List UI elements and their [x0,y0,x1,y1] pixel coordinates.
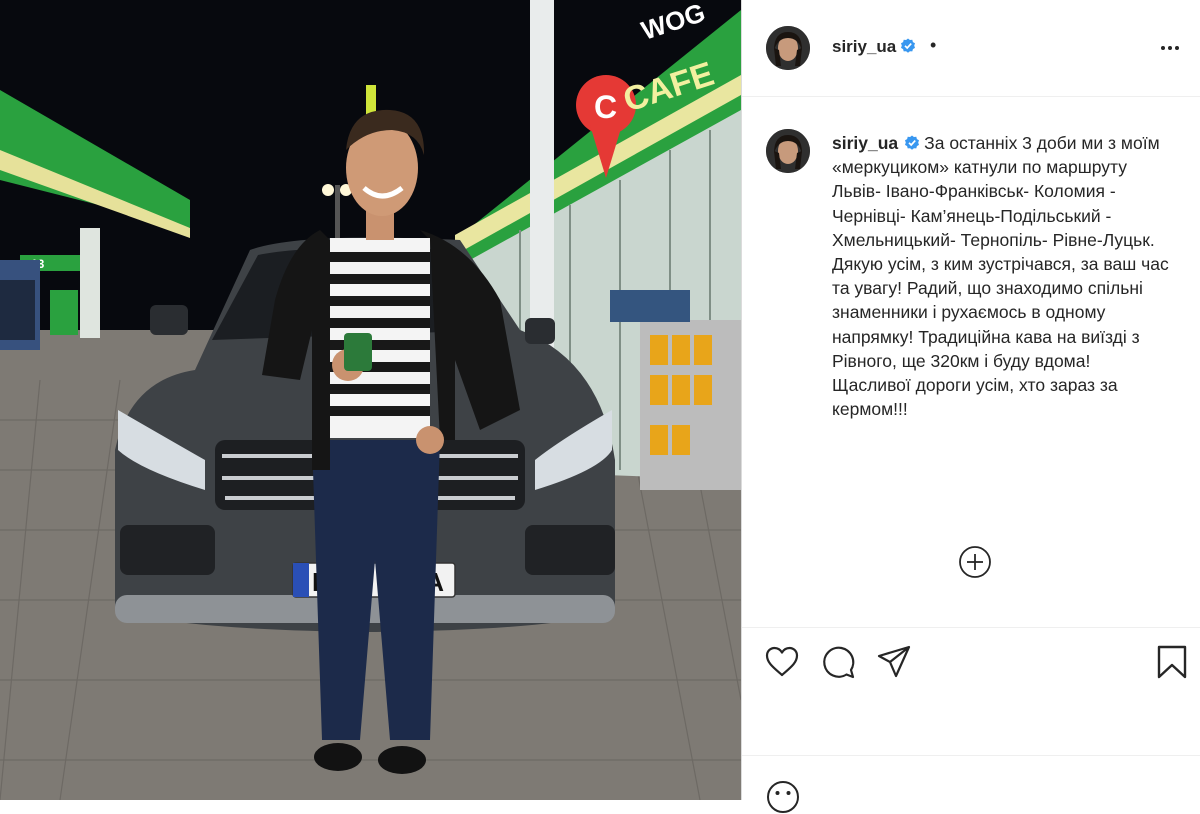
comment-bubble-icon[interactable] [820,644,856,680]
action-bar [742,627,1200,700]
avatar-image [766,26,810,70]
emoji-icon[interactable] [766,780,800,814]
header-separator: • [930,35,937,55]
comment-bar [742,755,1200,813]
plus-circle-icon[interactable] [958,545,992,579]
verified-badge-icon [905,135,920,150]
username-text[interactable]: siriy_ua [832,37,896,56]
caption-username[interactable]: siriy_ua [832,133,898,153]
photo-scene: 13 C WOG CAFE [0,0,741,800]
bookmark-icon[interactable] [1154,644,1190,680]
post-photo[interactable]: 13 C WOG CAFE [0,0,741,800]
caption-avatar[interactable] [766,129,810,173]
post-author[interactable]: siriy_ua [832,37,916,57]
verified-badge-icon [901,38,916,53]
more-horizontal-icon[interactable] [1158,36,1182,60]
post-panel: siriy_ua • siriy_ua За останніх 3 доби ми… [742,0,1200,813]
avatar[interactable] [766,26,810,70]
paper-plane-icon[interactable] [876,644,912,680]
caption-text: За останніх 3 доби ми з моїм «меркуциком… [832,133,1169,420]
avatar-image [766,129,810,173]
comments-area: siriy_ua За останніх 3 доби ми з моїм «ме… [742,97,1200,627]
sign-letter: C [594,89,617,125]
post-header: siriy_ua • [742,0,1200,97]
heart-icon[interactable] [764,644,800,680]
post-caption: siriy_ua За останніх 3 доби ми з моїм «ме… [832,131,1172,421]
